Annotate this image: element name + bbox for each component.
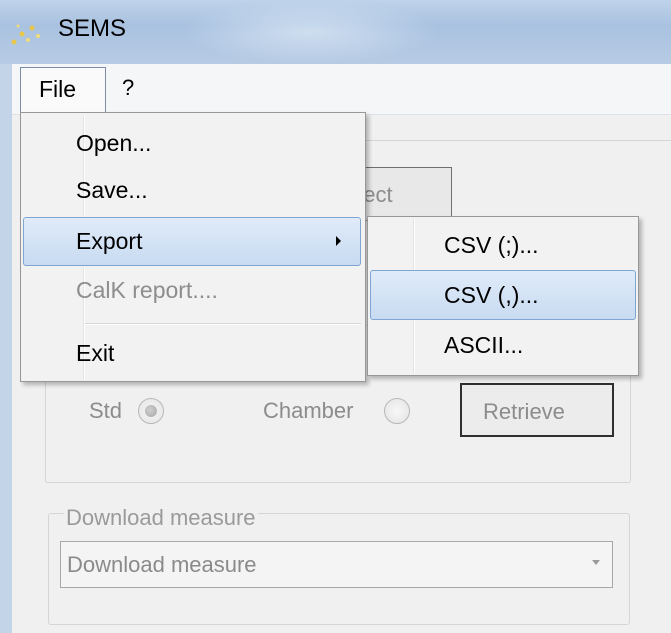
radio-std-dot bbox=[145, 405, 157, 417]
menu-separator bbox=[85, 323, 361, 325]
menu-item-calk-report: CalK report.... bbox=[76, 277, 218, 303]
menu-item-save[interactable]: Save... bbox=[76, 177, 148, 204]
download-group-label: Download measure bbox=[64, 505, 258, 531]
menu-item-exit[interactable]: Exit bbox=[76, 340, 114, 367]
menu-item-export-highlight bbox=[23, 217, 361, 266]
retrieve-button[interactable]: Retrieve bbox=[460, 383, 614, 437]
menu-help[interactable]: ? bbox=[122, 75, 134, 101]
submenu-item-ascii[interactable]: ASCII... bbox=[444, 332, 523, 359]
retrieve-button-label: Retrieve bbox=[483, 399, 565, 424]
chevron-down-icon bbox=[592, 560, 600, 565]
menu-bar bbox=[12, 64, 671, 115]
menu-item-export[interactable]: Export bbox=[76, 228, 142, 255]
menu-file[interactable]: File bbox=[20, 67, 106, 114]
window-border bbox=[0, 64, 12, 633]
submenu-item-csv-semicolon[interactable]: CSV (;)... bbox=[444, 232, 539, 259]
radio-std-label: Std bbox=[89, 398, 123, 423]
download-combo-value: Download measure bbox=[67, 552, 257, 577]
radio-chamber-label: Chamber bbox=[263, 398, 354, 423]
radio-chamber[interactable] bbox=[384, 398, 410, 424]
chevron-right-icon bbox=[336, 236, 341, 246]
sparkle-icon bbox=[11, 24, 40, 45]
title-bar[interactable]: SEMS bbox=[0, 0, 671, 64]
title-bar-glow bbox=[180, 0, 440, 64]
download-measure-combo[interactable]: Download measure bbox=[60, 541, 613, 588]
window-title: SEMS bbox=[58, 15, 127, 42]
radio-std[interactable] bbox=[138, 398, 164, 424]
menu-file-label: File bbox=[39, 76, 77, 102]
menu-item-open[interactable]: Open... bbox=[76, 130, 151, 157]
submenu-item-csv-comma[interactable]: CSV (,)... bbox=[444, 282, 539, 309]
